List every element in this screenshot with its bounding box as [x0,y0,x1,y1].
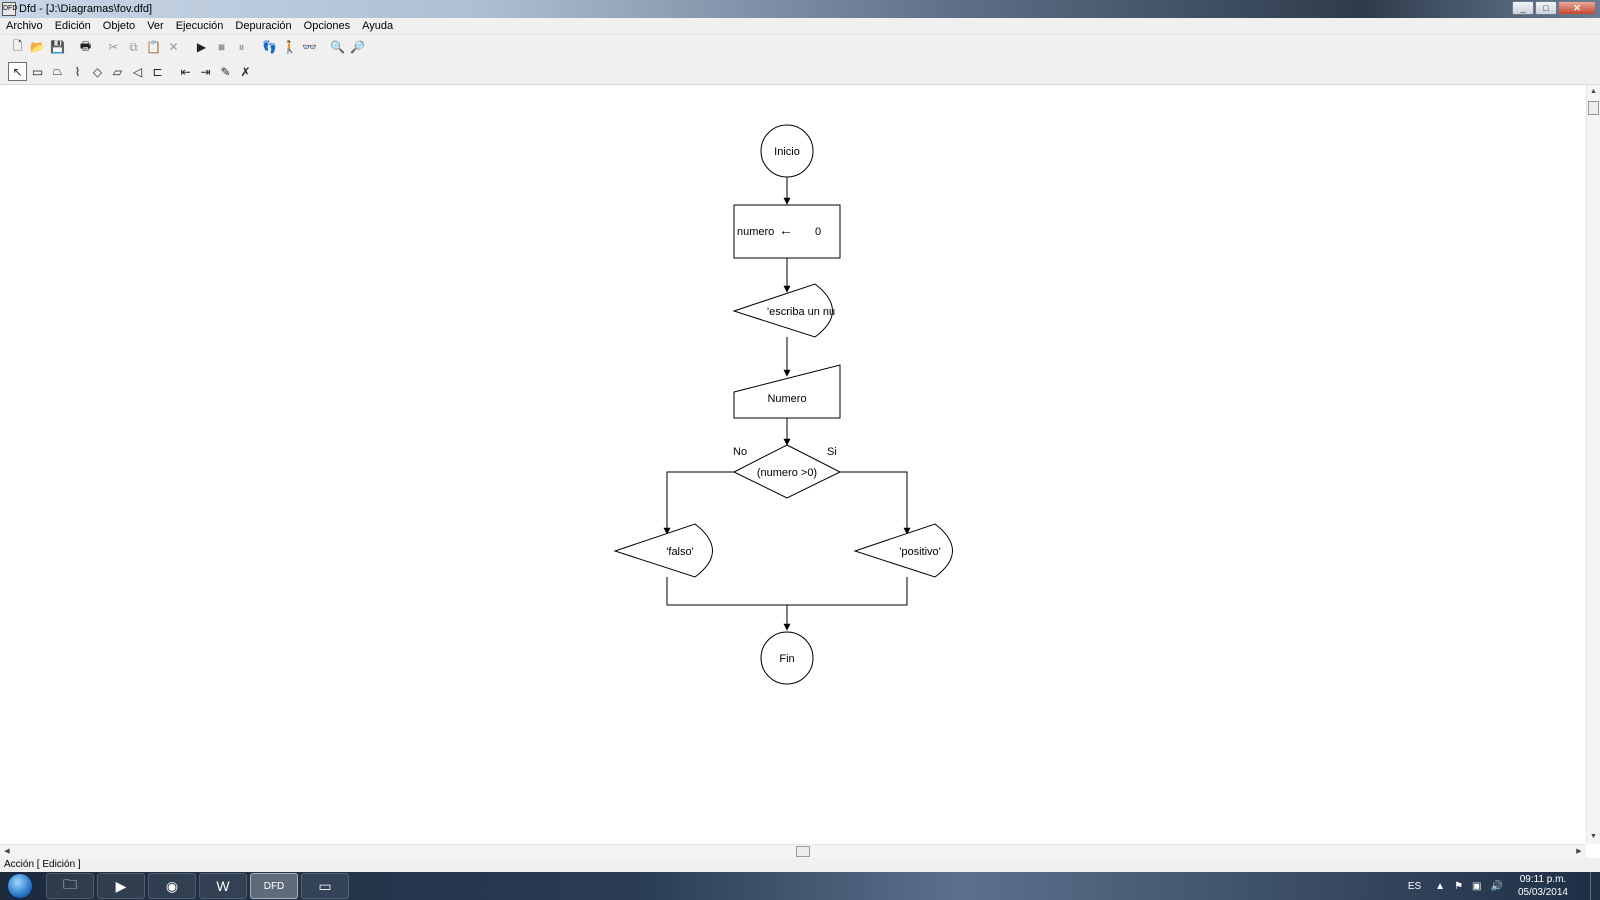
minimize-button[interactable]: _ [1512,1,1534,15]
standard-toolbar: 🗋 📂 💾 🖶 ✂ ⧉ 📋 ✕ ▶ ■ ⏸ 👣 🚶 👓 🔍 🔎 [0,35,1600,59]
start-button[interactable] [0,872,40,900]
input-text: Numero [767,393,806,405]
scroll-right-icon[interactable]: ▶ [1572,845,1586,858]
show-desktop-button[interactable] [1590,872,1600,900]
delete-object-icon[interactable]: ✗ [236,62,255,81]
watch-icon[interactable]: 👓 [300,38,319,57]
volume-icon[interactable]: 🔊 [1490,881,1502,892]
menu-ejecucion[interactable]: Ejecución [176,20,224,32]
assign-variable: numero [737,226,774,238]
clock-date: 05/03/2014 [1517,887,1568,898]
connector-line-si [840,471,911,535]
save-icon[interactable]: 💾 [48,38,67,57]
new-file-icon[interactable]: 🗋 [8,38,27,57]
no-label: No [733,446,747,458]
menu-bar: Archivo Edición Objeto Ver Ejecución Dep… [0,18,1600,35]
zoom-in-icon[interactable]: 🔎 [348,38,367,57]
start-label: Inicio [774,146,800,158]
menu-objeto[interactable]: Objeto [103,20,135,32]
open-folder-icon[interactable]: 📂 [28,38,47,57]
end-label: Fin [779,653,794,665]
read-shape-icon[interactable]: ⏢ [48,62,67,81]
language-indicator[interactable]: ES [1408,881,1421,892]
select-pointer-icon[interactable]: ↖ [8,62,27,81]
menu-depuracion[interactable]: Depuración [235,20,291,32]
decision-shape-icon[interactable]: ◇ [88,62,107,81]
objects-toolbar: ↖ ▭ ⏢ ⌇ ◇ ⏥ ◁ ⊏ ⇤ ⇥ ✎ ✗ [0,59,1600,85]
action-center-flag-icon[interactable]: ⚑ [1454,881,1463,892]
window-controls: _ □ ✕ [1512,1,1596,15]
output-false-node[interactable] [613,523,713,578]
window-title: Dfd - [J:\Diagramas\fov.dfd] [19,3,153,15]
scroll-down-icon[interactable]: ▼ [1587,830,1600,844]
system-tray: ES ▲ ⚑ ▣ 🔊 09:11 p.m. 05/03/2014 [1408,872,1600,900]
window-icon[interactable]: ▭ [301,873,349,899]
yes-label: Si [827,446,837,458]
step-icon[interactable]: 👣 [260,38,279,57]
network-icon[interactable]: ▣ [1472,881,1481,892]
delete-icon[interactable]: ✕ [164,38,183,57]
menu-ver[interactable]: Ver [147,20,164,32]
insert-before-icon[interactable]: ⇤ [176,62,195,81]
cut-icon[interactable]: ✂ [104,38,123,57]
assign-value: 0 [815,226,821,238]
show-hidden-icons-icon[interactable]: ▲ [1435,881,1445,892]
diagram-canvas[interactable]: Inicio numero ← 0 'escriba un nu Numero … [0,85,1586,844]
merge-line [666,577,908,606]
decision-text: (numero >0) [757,467,817,479]
connector-line-no [663,471,734,535]
windows-orb-icon [7,873,33,899]
assign-arrow: ← [779,222,793,238]
scroll-left-icon[interactable]: ◀ [0,845,14,858]
dfd-icon[interactable]: DFD [250,873,298,899]
pause-icon[interactable]: ⏸ [232,38,251,57]
clock-time: 09:11 p.m. [1519,874,1567,885]
assignment-shape-icon[interactable]: ▭ [28,62,47,81]
subprogram-shape-icon[interactable]: ⊏ [148,62,167,81]
menu-edicion[interactable]: Edición [55,20,91,32]
status-bar: Acción [ Edición ] [0,858,1600,872]
menu-ayuda[interactable]: Ayuda [362,20,393,32]
menu-opciones[interactable]: Opciones [304,20,350,32]
horizontal-scrollbar[interactable]: ◀ ▶ [0,844,1586,858]
vertical-scrollbar[interactable]: ▲ ▼ [1586,85,1600,844]
word-icon[interactable]: W [199,873,247,899]
output-true-text: 'positivo' [899,546,941,558]
flowchart: Inicio numero ← 0 'escriba un nu Numero … [613,124,953,685]
title-bar: DFD Dfd - [J:\Diagramas\fov.dfd] _ □ ✕ [0,0,1600,18]
close-button[interactable]: ✕ [1558,1,1596,15]
walk-icon[interactable]: 🚶 [280,38,299,57]
clock[interactable]: 09:11 p.m. 05/03/2014 [1518,873,1568,899]
cycle-shape-icon[interactable]: ⌇ [68,62,87,81]
print-icon[interactable]: 🖶 [76,38,95,57]
copy-icon[interactable]: ⧉ [124,38,143,57]
zoom-out-icon[interactable]: 🔍 [328,38,347,57]
output-shape-icon[interactable]: ◁ [128,62,147,81]
app-icon: DFD [2,2,17,16]
menu-archivo[interactable]: Archivo [6,20,43,32]
stop-icon[interactable]: ■ [212,38,231,57]
run-icon[interactable]: ▶ [192,38,211,57]
media-player-icon[interactable]: ▶ [97,873,145,899]
output-false-text: 'falso' [666,546,693,558]
output-text: 'escriba un nu [767,306,835,318]
taskbar-apps: 🗀 ▶ ◉ W DFD ▭ [46,873,352,899]
horizontal-scroll-thumb[interactable] [796,846,810,857]
maximize-button[interactable]: □ [1535,1,1557,15]
edit-object-icon[interactable]: ✎ [216,62,235,81]
paste-icon[interactable]: 📋 [144,38,163,57]
chrome-icon[interactable]: ◉ [148,873,196,899]
taskbar: 🗀 ▶ ◉ W DFD ▭ ES ▲ ⚑ ▣ 🔊 09:11 p.m. 05/03/201… [0,872,1600,900]
insert-after-icon[interactable]: ⇥ [196,62,215,81]
input-shape-icon[interactable]: ⏥ [108,62,127,81]
status-text: Acción [ Edición ] [4,859,81,870]
vertical-scroll-thumb[interactable] [1588,101,1599,115]
explorer-icon[interactable]: 🗀 [46,873,94,899]
scroll-up-icon[interactable]: ▲ [1587,85,1600,99]
